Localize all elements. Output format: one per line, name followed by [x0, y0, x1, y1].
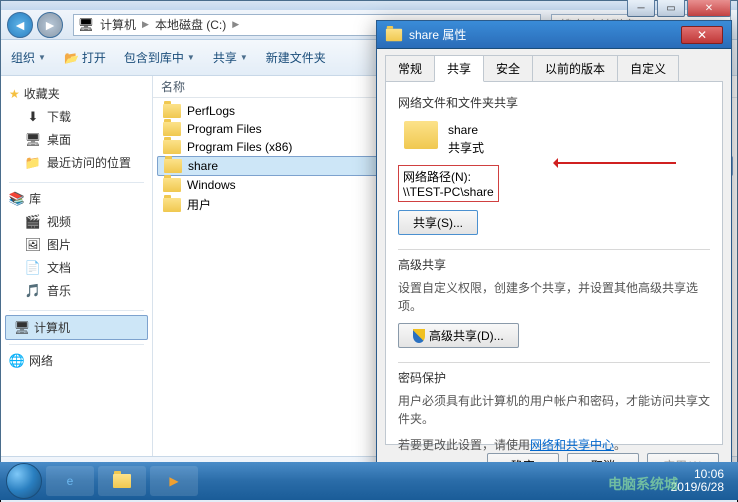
libraries-header[interactable]: 📚库 [1, 187, 152, 210]
file-name: 用户 [187, 196, 211, 213]
chevron-down-icon: ▼ [187, 53, 195, 62]
titlebar: ─ ▭ ✕ [1, 1, 737, 10]
taskbar-media[interactable]: ▶ [150, 466, 198, 496]
tab-strip: 常规共享安全以前的版本自定义 [377, 49, 731, 81]
folder-icon [163, 198, 181, 212]
open-button[interactable]: 📂打开 [64, 49, 106, 66]
video-icon: 🎬 [25, 214, 41, 230]
star-icon: ★ [9, 87, 20, 101]
folder-icon: 📁 [25, 155, 41, 171]
dialog-title: share 属性 [409, 26, 466, 43]
media-icon: ▶ [169, 474, 178, 488]
share-menu[interactable]: 共享▼ [213, 49, 248, 66]
tab-2[interactable]: 安全 [483, 55, 533, 81]
file-name: share [188, 159, 218, 173]
annotation-arrow [556, 162, 676, 164]
computer-icon: 🖥 [78, 17, 94, 33]
forward-button[interactable]: ► [37, 12, 63, 38]
folder-icon [164, 159, 182, 173]
netpath-value: \\TEST-PC\share [403, 185, 494, 199]
crumb-computer[interactable]: 计算机 [100, 16, 136, 33]
share-name: share [448, 121, 484, 139]
close-button[interactable]: ✕ [687, 0, 731, 17]
folder-icon [163, 104, 181, 118]
picture-icon: 🖼 [25, 237, 41, 253]
computer-icon: 🖥 [14, 320, 30, 336]
folder-icon [113, 474, 131, 488]
tab-0[interactable]: 常规 [385, 55, 435, 81]
minimize-button[interactable]: ─ [627, 0, 655, 17]
sidebar-item-videos[interactable]: 🎬视频 [1, 210, 152, 233]
sidebar-item-music[interactable]: 🎵音乐 [1, 279, 152, 302]
file-name: Program Files [187, 122, 262, 136]
folder-icon [404, 121, 438, 149]
network-sharing-center-link[interactable]: 网络和共享中心 [530, 438, 614, 452]
tab-1[interactable]: 共享 [434, 55, 484, 82]
download-icon: ⬇ [25, 109, 41, 125]
shield-icon [413, 329, 425, 343]
new-folder-button[interactable]: 新建文件夹 [266, 49, 326, 66]
folder-icon [163, 178, 181, 192]
tab-4[interactable]: 自定义 [617, 55, 679, 81]
chevron-right-icon: ▶ [232, 19, 239, 30]
net-share-heading: 网络文件和文件夹共享 [398, 94, 710, 111]
network-icon: 🌐 [9, 353, 25, 369]
library-icon: 📚 [9, 191, 25, 207]
sidebar-item-documents[interactable]: 📄文档 [1, 256, 152, 279]
share-button[interactable]: 共享(S)... [398, 210, 478, 235]
sidebar-item-network[interactable]: 🌐网络 [1, 349, 152, 372]
include-library-menu[interactable]: 包含到库中▼ [124, 49, 195, 66]
network-path-box: 网络路径(N): \\TEST-PC\share [398, 165, 499, 202]
file-name: PerfLogs [187, 104, 235, 118]
start-button[interactable] [6, 463, 42, 499]
share-state: 共享式 [448, 139, 484, 157]
chevron-down-icon: ▼ [38, 53, 46, 62]
watermark: 电脑系统城 [608, 474, 678, 494]
folder-icon [163, 122, 181, 136]
maximize-button[interactable]: ▭ [657, 0, 685, 17]
organize-menu[interactable]: 组织▼ [11, 49, 46, 66]
advanced-share-desc: 设置自定义权限，创建多个共享，并设置其他高级共享选项。 [398, 279, 710, 315]
taskbar-explorer[interactable] [98, 466, 146, 496]
dialog-titlebar[interactable]: share 属性 ✕ [377, 21, 731, 49]
music-icon: 🎵 [25, 283, 41, 299]
file-name: Windows [187, 178, 236, 192]
advanced-share-heading: 高级共享 [398, 256, 710, 273]
properties-dialog: share 属性 ✕ 常规共享安全以前的版本自定义 网络文件和文件夹共享 sha… [376, 20, 732, 480]
sidebar: ★收藏夹 ⬇下载 🖥桌面 📁最近访问的位置 📚库 🎬视频 🖼图片 📄文档 🎵音乐… [1, 76, 153, 456]
folder-icon [386, 28, 402, 41]
sidebar-item-pictures[interactable]: 🖼图片 [1, 233, 152, 256]
sidebar-item-downloads[interactable]: ⬇下载 [1, 105, 152, 128]
file-name: Program Files (x86) [187, 140, 292, 154]
taskbar-ie[interactable]: e [46, 466, 94, 496]
netpath-label: 网络路径(N): [403, 168, 494, 185]
tab-3[interactable]: 以前的版本 [532, 55, 618, 81]
folder-icon [163, 140, 181, 154]
favorites-header[interactable]: ★收藏夹 [1, 82, 152, 105]
sidebar-item-computer[interactable]: 🖥计算机 [5, 315, 148, 340]
crumb-drive[interactable]: 本地磁盘 (C:) [155, 16, 226, 33]
chevron-right-icon: ▶ [142, 19, 149, 30]
desktop-icon: 🖥 [25, 132, 41, 148]
ie-icon: e [67, 474, 74, 488]
password-protect-desc: 用户必须具有此计算机的用户帐户和密码，才能访问共享文件夹。 [398, 392, 710, 428]
document-icon: 📄 [25, 260, 41, 276]
tab-panel-share: 网络文件和文件夹共享 share 共享式 网络路径(N): \\TEST-PC\… [385, 81, 723, 445]
chevron-down-icon: ▼ [240, 53, 248, 62]
back-button[interactable]: ◄ [7, 12, 33, 38]
dialog-close-button[interactable]: ✕ [681, 26, 723, 44]
advanced-share-button[interactable]: 高级共享(D)... [398, 323, 519, 348]
tray-date: 2019/6/28 [671, 481, 724, 494]
sidebar-item-recent[interactable]: 📁最近访问的位置 [1, 151, 152, 174]
password-protect-heading: 密码保护 [398, 369, 710, 386]
sidebar-item-desktop[interactable]: 🖥桌面 [1, 128, 152, 151]
